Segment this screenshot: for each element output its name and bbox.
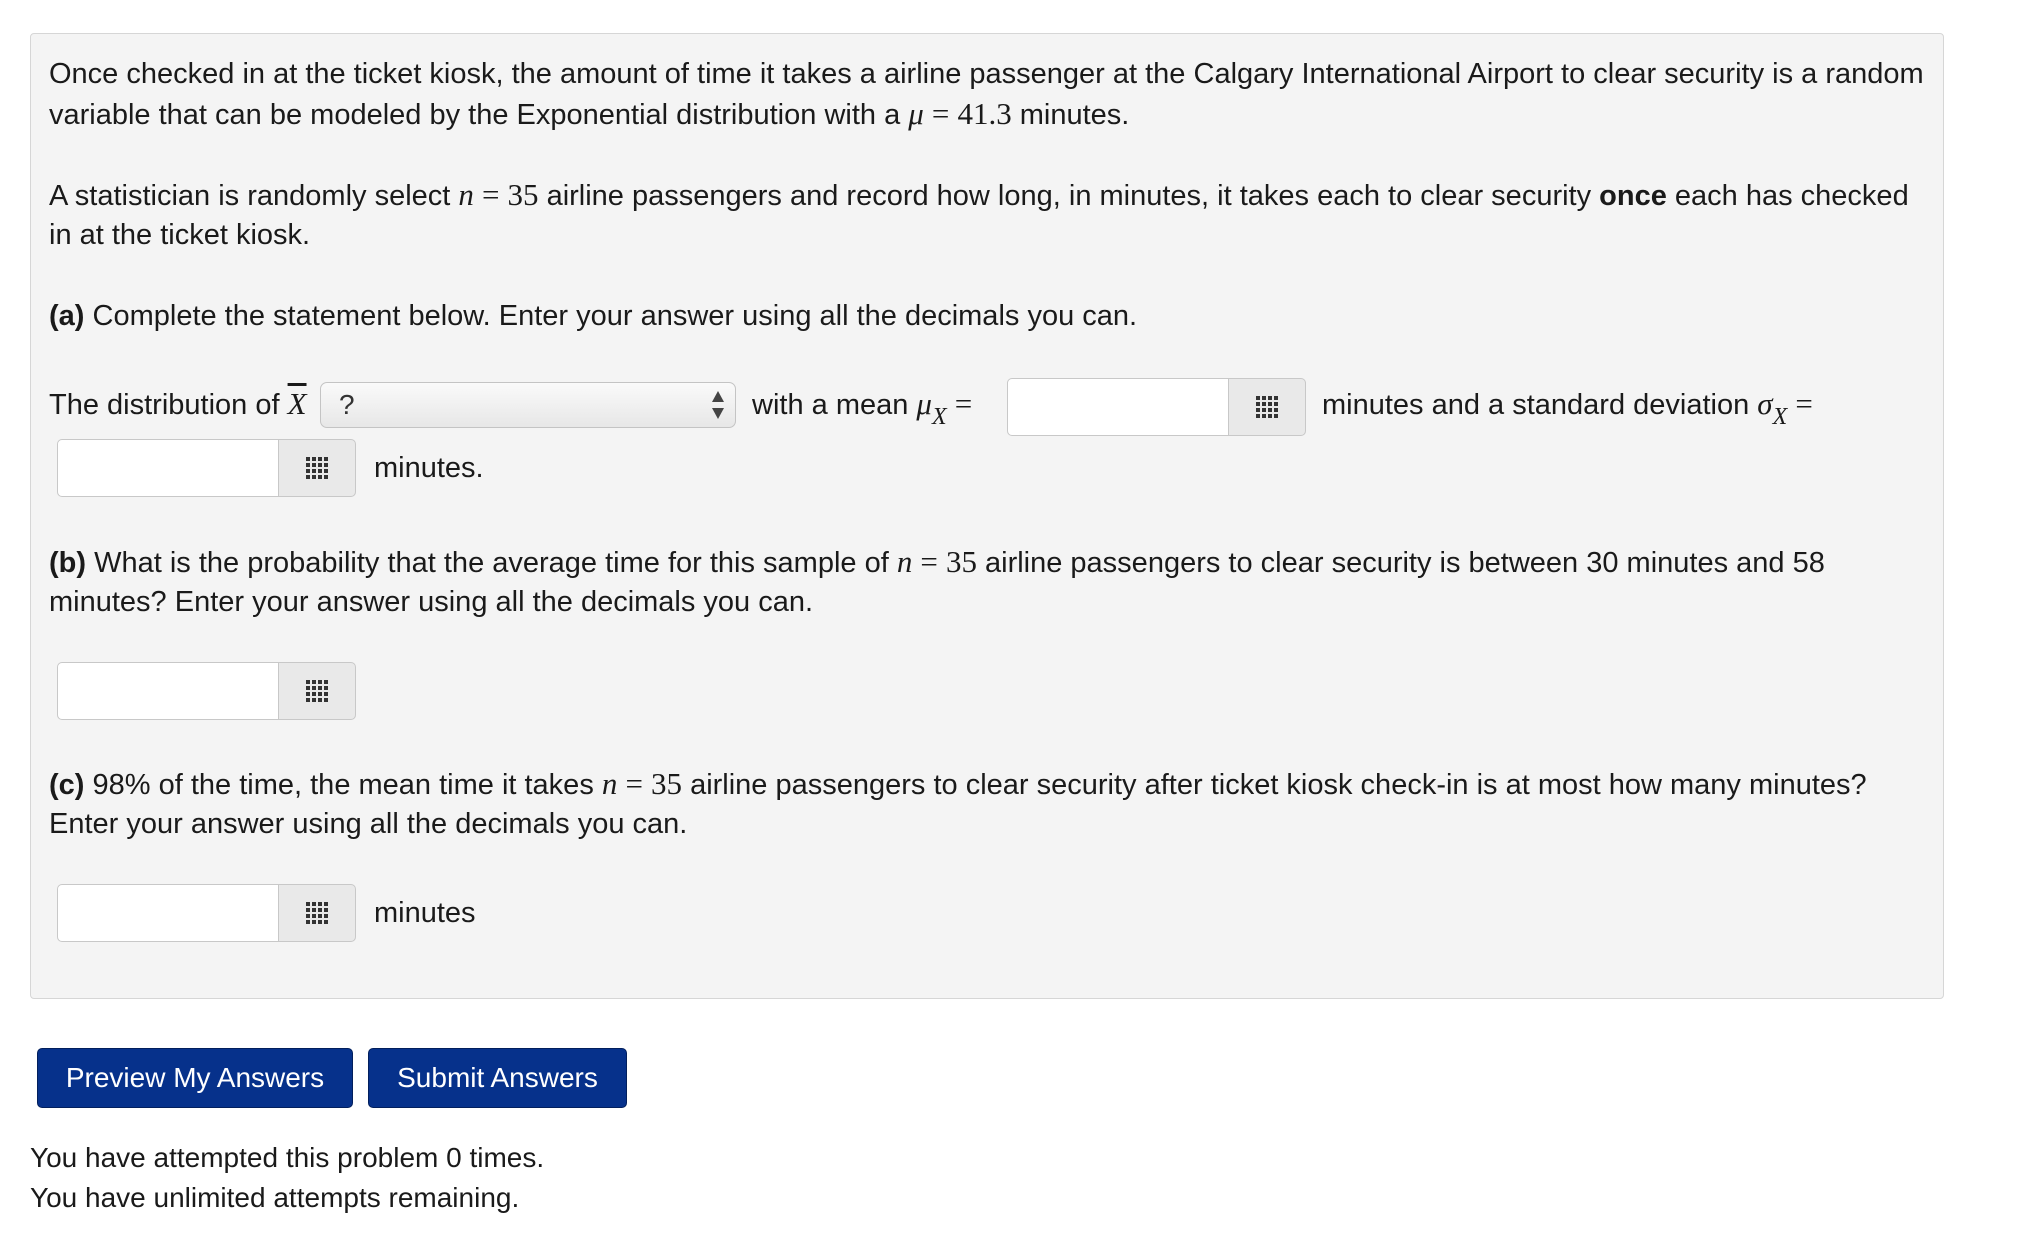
part-c-line-1: (c) 98% of the time, the mean time it ta…	[49, 764, 1867, 805]
part-c-label: (c)	[49, 769, 85, 801]
grid-icon	[1256, 396, 1278, 418]
attempts-text: You have attempted this problem 0 times.	[30, 1138, 544, 1178]
n-symbol: n	[458, 177, 474, 212]
percentile-palette-button[interactable]	[278, 884, 356, 942]
intro-line-1: Once checked in at the ticket kiosk, the…	[49, 54, 1924, 94]
sample-suffix: each has checked	[1674, 180, 1909, 212]
part-b-suffix: airline passengers to clear security is …	[985, 547, 1825, 579]
grid-icon	[306, 902, 328, 924]
equals-sign: =	[931, 96, 950, 131]
sd-label: minutes and a standard deviation σX =	[1322, 384, 1813, 430]
grid-icon	[306, 457, 328, 479]
distribution-select[interactable]: ?	[320, 382, 736, 428]
part-c-suffix: airline passengers to clear security aft…	[690, 769, 1867, 801]
probability-answer-input[interactable]	[57, 662, 279, 720]
minutes-and-sd-text: minutes and a standard deviation	[1322, 389, 1750, 421]
equals-sign: =	[920, 544, 938, 579]
equals-sign: =	[1795, 386, 1813, 421]
part-b-line-2-text: minutes? Enter your answer using all the…	[49, 586, 814, 618]
n-symbol: n	[601, 766, 618, 801]
mean-label: with a mean μX =	[752, 384, 973, 430]
intro-text-2: variable that can be modeled by the Expo…	[49, 99, 901, 131]
part-a-statement-start: The distribution of X	[49, 384, 307, 425]
with-mean-text: with a mean	[752, 389, 909, 421]
part-a-label: (a)	[49, 300, 85, 332]
sd-unit: minutes.	[374, 448, 484, 488]
part-b-label: (b)	[49, 547, 87, 579]
part-b-line-1: (b) What is the probability that the ave…	[49, 542, 1825, 583]
n-symbol: n	[896, 544, 913, 579]
sd-palette-button[interactable]	[278, 439, 356, 497]
part-b-line-2: minutes? Enter your answer using all the…	[49, 582, 813, 622]
distribution-prefix: The distribution of	[49, 389, 280, 421]
submit-answers-button[interactable]: Submit Answers	[368, 1048, 627, 1108]
intro-text-1: Once checked in at the ticket kiosk, the…	[49, 58, 1924, 90]
intro-suffix: minutes.	[1019, 99, 1130, 131]
remaining-attempts-text: You have unlimited attempts remaining.	[30, 1182, 520, 1213]
probability-palette-button[interactable]	[278, 662, 356, 720]
select-arrows-icon	[712, 391, 724, 419]
part-c-line-2-text: Enter your answer using all the decimals…	[49, 808, 688, 840]
equals-sign: =	[625, 766, 643, 801]
sample-line-2-text: in at the ticket kiosk.	[49, 219, 311, 251]
submit-button-label: Submit Answers	[397, 1062, 598, 1093]
mu-value: 41.3	[957, 96, 1012, 131]
sigma-x-symbol: σ	[1757, 386, 1773, 421]
sample-prefix: A statistician is randomly select	[49, 180, 451, 212]
sample-line-1: A statistician is randomly select n = 35…	[49, 175, 1909, 216]
sd-answer-input[interactable]	[57, 439, 279, 497]
part-c-prefix: 98% of the time, the mean time it takes	[92, 769, 594, 801]
percentile-unit: minutes	[374, 893, 476, 933]
xbar-symbol: X	[287, 386, 307, 421]
grid-icon	[306, 680, 328, 702]
n-value: 35	[651, 766, 682, 801]
part-a-instruction-text: Complete the statement below. Enter your…	[92, 300, 1138, 332]
n-value: 35	[507, 177, 539, 212]
mean-answer-input[interactable]	[1007, 378, 1229, 436]
sample-line-2: in at the ticket kiosk.	[49, 215, 310, 255]
emphasis-once: once	[1599, 180, 1667, 212]
sigma-x-subscript: X	[1772, 404, 1788, 430]
mean-palette-button[interactable]	[1228, 378, 1306, 436]
remaining-text: You have unlimited attempts remaining.	[30, 1178, 519, 1218]
equals-sign: =	[481, 177, 500, 212]
n-value: 35	[945, 544, 977, 579]
attempts-count-text: You have attempted this problem 0 times.	[30, 1142, 545, 1173]
mu-x-symbol: μ	[916, 386, 932, 421]
sample-middle: airline passengers and record how long, …	[546, 180, 1592, 212]
distribution-select-value: ?	[339, 389, 355, 420]
mu-symbol: μ	[908, 96, 924, 131]
intro-line-2: variable that can be modeled by the Expo…	[49, 94, 1129, 135]
percentile-answer-input[interactable]	[57, 884, 279, 942]
preview-button-label: Preview My Answers	[65, 1062, 325, 1093]
minutes-label: minutes	[374, 897, 476, 929]
minutes-label: minutes.	[374, 452, 484, 484]
part-a-instruction: (a) Complete the statement below. Enter …	[49, 296, 1137, 336]
equals-sign: =	[954, 386, 973, 421]
part-b-prefix: What is the probability that the average…	[94, 547, 889, 579]
mu-x-subscript: X	[931, 404, 947, 430]
part-c-line-2: Enter your answer using all the decimals…	[49, 804, 687, 844]
preview-answers-button[interactable]: Preview My Answers	[37, 1048, 353, 1108]
